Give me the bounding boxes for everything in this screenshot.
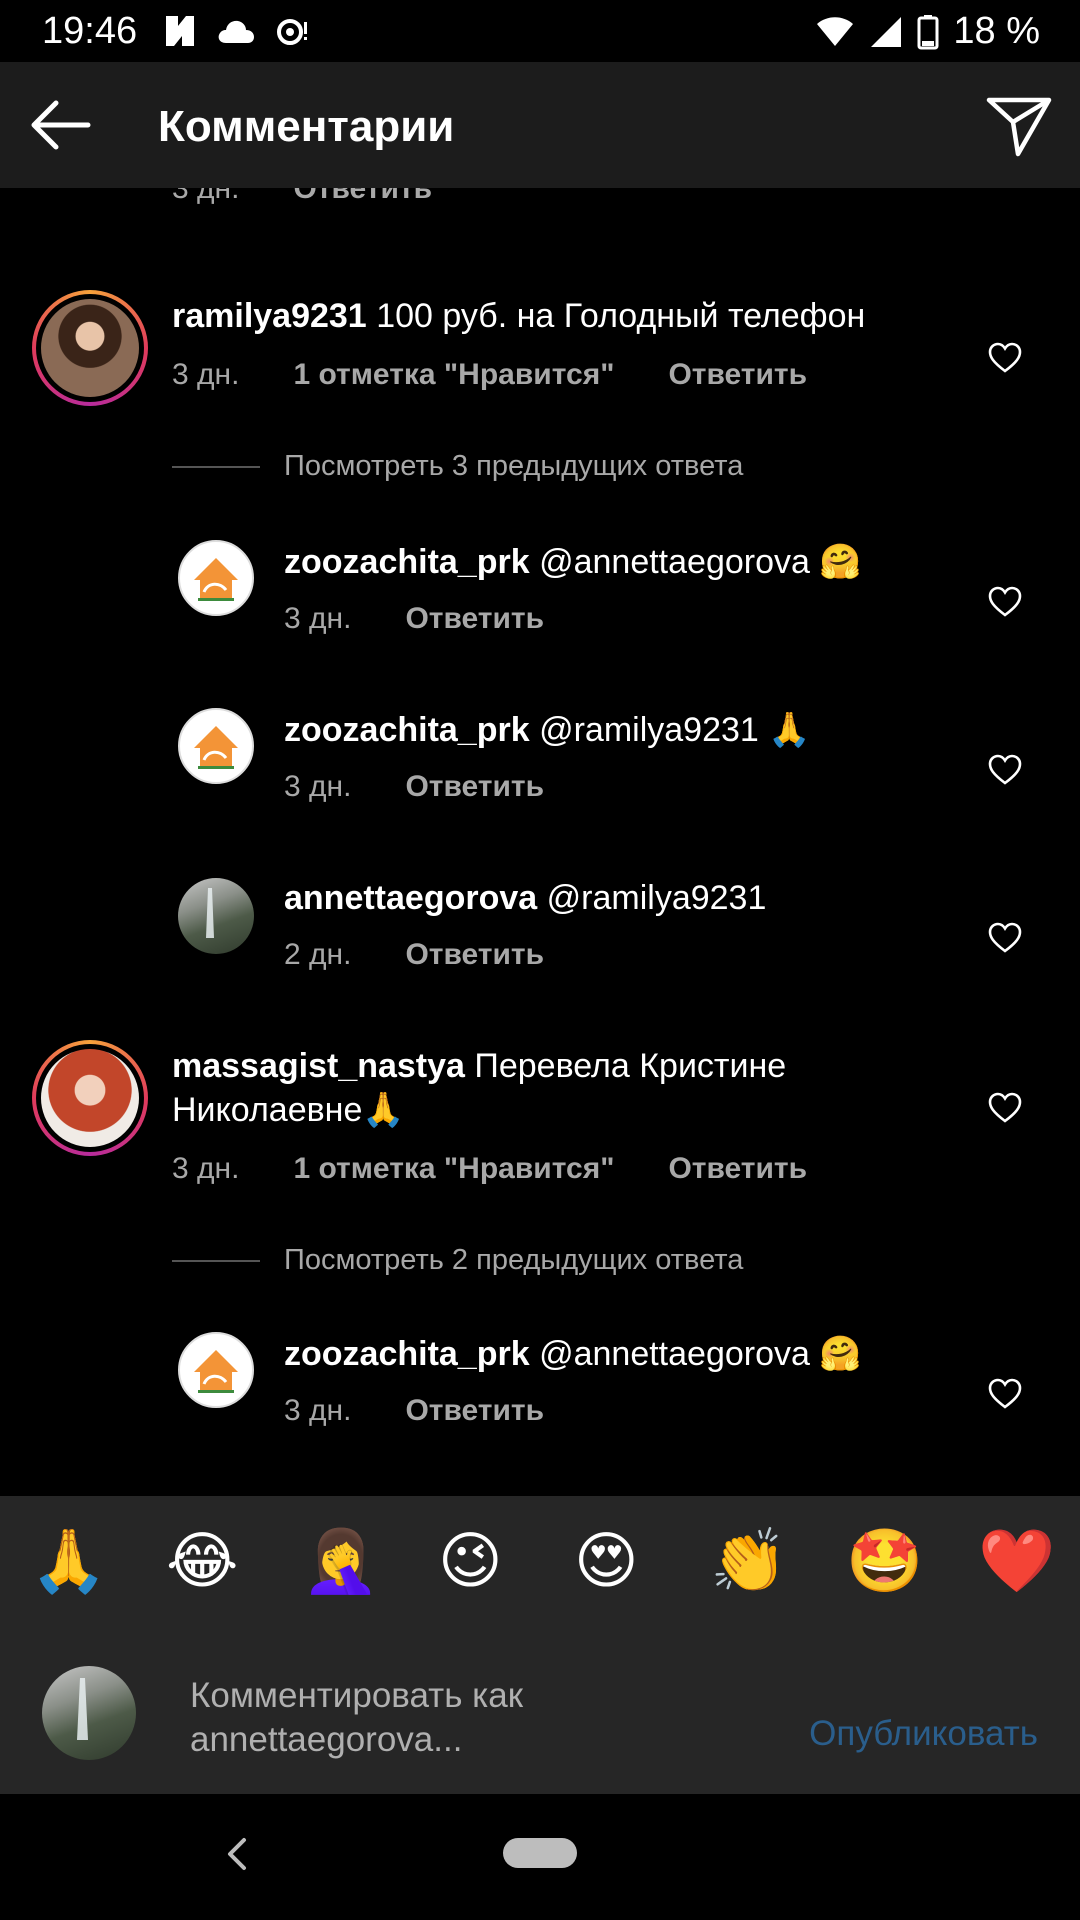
reply-meta: 3 дн. Ответить <box>284 770 544 804</box>
battery-icon <box>917 14 939 49</box>
status-time: 19:46 <box>42 10 138 52</box>
view-replies-button[interactable]: Посмотреть 3 предыдущих ответа <box>172 450 743 483</box>
avatar[interactable] <box>178 878 254 954</box>
comment-time: 3 дн. <box>172 358 240 391</box>
reply-username[interactable]: zoozachita_prk <box>284 543 530 581</box>
page-title: Комментарии <box>158 102 455 151</box>
avatar-story-ring[interactable] <box>32 290 148 406</box>
view-replies-label: Посмотреть 3 предыдущих ответа <box>284 450 744 482</box>
comment-text: ramilya9231 100 руб. на Голодный телефон <box>172 294 932 338</box>
nav-home-pill[interactable] <box>503 1838 577 1868</box>
reply-button[interactable]: Ответить <box>668 358 807 392</box>
reply-body: @ramilya9231 <box>546 879 767 917</box>
emoji-star-struck-button[interactable]: 🤩 <box>846 1526 923 1598</box>
comment-meta: 3 дн. 1 отметка "Нравится" Ответить <box>172 358 807 392</box>
waterfall-photo-icon <box>77 1678 88 1740</box>
nav-back-icon[interactable] <box>222 1834 252 1874</box>
emoji-red-heart-button[interactable]: ❤️ <box>978 1526 1055 1598</box>
avatar <box>41 1049 139 1147</box>
heart-icon[interactable] <box>988 1092 1022 1124</box>
reply-button[interactable]: Ответить <box>405 938 544 972</box>
heart-icon[interactable] <box>988 754 1022 786</box>
reply-button[interactable]: Ответить <box>405 1394 544 1428</box>
heart-icon[interactable] <box>988 922 1022 954</box>
emoji-facepalm-button[interactable]: 🤦‍♀️ <box>302 1526 379 1598</box>
top-app-bar: Комментарии <box>0 62 1080 188</box>
status-bar: 19:46 18 % <box>0 0 1080 62</box>
reply-text: zoozachita_prk @annettaegorova 🤗 <box>284 540 944 584</box>
reply-text: annettaegorova @ramilya9231 <box>284 876 944 920</box>
emoji-joy-button[interactable]: 😂 <box>166 1526 238 1598</box>
system-nav-bar <box>0 1794 1080 1920</box>
reply-meta: 2 дн. Ответить <box>284 938 544 972</box>
avatar <box>41 299 139 397</box>
reply-button[interactable]: Ответить <box>668 1152 807 1186</box>
reply-username[interactable]: zoozachita_prk <box>284 711 530 749</box>
house-logo-icon <box>194 558 238 601</box>
heart-icon[interactable] <box>988 586 1022 618</box>
reply-time: 2 дн. <box>284 938 352 971</box>
reply-text: zoozachita_prk @annettaegorova 🤗 <box>284 1332 944 1376</box>
comment-meta: 3 дн. Ответить <box>172 188 432 206</box>
heart-icon[interactable] <box>988 1378 1022 1410</box>
house-logo-icon <box>194 1350 238 1393</box>
reply-username[interactable]: zoozachita_prk <box>284 1335 530 1373</box>
reply-body: @ramilya9231 🙏 <box>539 711 811 749</box>
likes-count[interactable]: 1 отметка "Нравится" <box>293 358 614 392</box>
app-notification-icon <box>166 16 194 46</box>
emoji-heart-eyes-button[interactable]: 😍 <box>574 1526 639 1598</box>
view-replies-button[interactable]: Посмотреть 2 предыдущих ответа <box>172 1244 743 1277</box>
comment-body: 100 руб. на Голодный телефон <box>376 297 866 335</box>
comment-time: 3 дн. <box>172 188 240 205</box>
comment-username[interactable]: massagist_nastya <box>172 1047 465 1085</box>
divider <box>172 1259 260 1262</box>
reply-time: 3 дн. <box>284 1394 352 1427</box>
avatar[interactable] <box>178 1332 254 1408</box>
comments-list[interactable]: 3 дн. Ответить ramilya9231 100 руб. на Г… <box>0 188 1080 1496</box>
signal-icon <box>871 16 902 47</box>
reply-time: 3 дн. <box>284 602 352 635</box>
emoji-clap-button[interactable]: 👏 <box>710 1526 787 1598</box>
comment-username[interactable]: ramilya9231 <box>172 297 367 335</box>
comment-input[interactable]: Комментировать как annettaegorova... <box>190 1674 710 1762</box>
view-replies-label: Посмотреть 2 предыдущих ответа <box>284 1244 744 1276</box>
avatar[interactable] <box>178 540 254 616</box>
heart-icon[interactable] <box>988 342 1022 374</box>
reply-body: @annettaegorova 🤗 <box>539 1335 862 1373</box>
avatar-story-ring[interactable] <box>32 1040 148 1156</box>
reply-username[interactable]: annettaegorova <box>284 879 537 917</box>
emoji-pray-button[interactable]: 🙏 <box>30 1526 107 1598</box>
paper-plane-icon[interactable] <box>986 92 1052 158</box>
cloud-icon <box>218 20 254 43</box>
reply-meta: 3 дн. Ответить <box>284 1394 544 1428</box>
reply-meta: 3 дн. Ответить <box>284 602 544 636</box>
sync-icon <box>277 19 307 45</box>
battery-percent: 18 % <box>953 10 1040 52</box>
reply-button[interactable]: Ответить <box>293 188 432 206</box>
emoji-wink-button[interactable]: 😉 <box>438 1526 503 1598</box>
comment-composer: Комментировать как annettaegorova... Опу… <box>0 1632 1080 1794</box>
avatar[interactable] <box>178 708 254 784</box>
comment-time: 3 дн. <box>172 1152 240 1185</box>
reply-text: zoozachita_prk @ramilya9231 🙏 <box>284 708 944 752</box>
avatar <box>42 1666 136 1760</box>
comment-text: massagist_nastya Перевела Кристине Никол… <box>172 1044 892 1132</box>
wifi-icon <box>817 16 854 46</box>
reply-button[interactable]: Ответить <box>405 602 544 636</box>
reply-body: @annettaegorova 🤗 <box>539 543 862 581</box>
emoji-quick-bar: 🙏 😂 🤦‍♀️ 😉 😍 👏 🤩 ❤️ <box>0 1496 1080 1632</box>
comment-meta: 3 дн. 1 отметка "Нравится" Ответить <box>172 1152 807 1186</box>
likes-count[interactable]: 1 отметка "Нравится" <box>293 1152 614 1186</box>
house-logo-icon <box>194 726 238 769</box>
reply-time: 3 дн. <box>284 770 352 803</box>
publish-button[interactable]: Опубликовать <box>809 1714 1038 1754</box>
waterfall-photo-icon <box>206 888 214 938</box>
arrow-left-icon[interactable] <box>26 90 96 160</box>
reply-button[interactable]: Ответить <box>405 770 544 804</box>
divider <box>172 465 260 468</box>
